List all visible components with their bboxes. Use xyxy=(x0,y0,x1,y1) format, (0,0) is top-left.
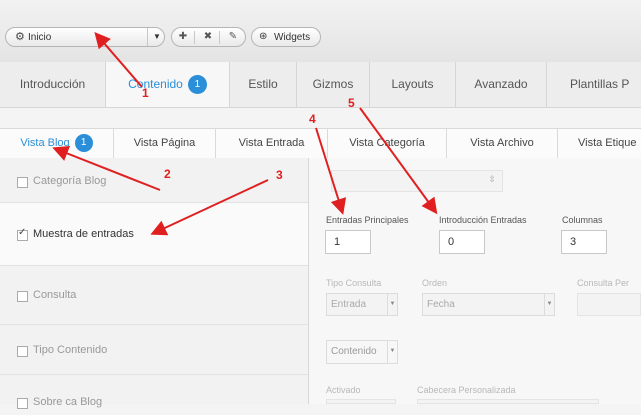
annotation-arrows xyxy=(52,31,438,236)
arrow-5 xyxy=(359,107,438,215)
annotation-number-5: 5 xyxy=(348,96,355,110)
arrow-3 xyxy=(150,179,269,236)
annotation-number-3: 3 xyxy=(276,168,283,182)
annotation-number-4: 4 xyxy=(309,112,316,126)
annotation-number-2: 2 xyxy=(164,167,171,181)
arrow-2 xyxy=(52,145,161,191)
arrow-1 xyxy=(94,31,143,88)
annotation-number-1: 1 xyxy=(142,86,149,100)
arrow-4 xyxy=(315,127,347,215)
